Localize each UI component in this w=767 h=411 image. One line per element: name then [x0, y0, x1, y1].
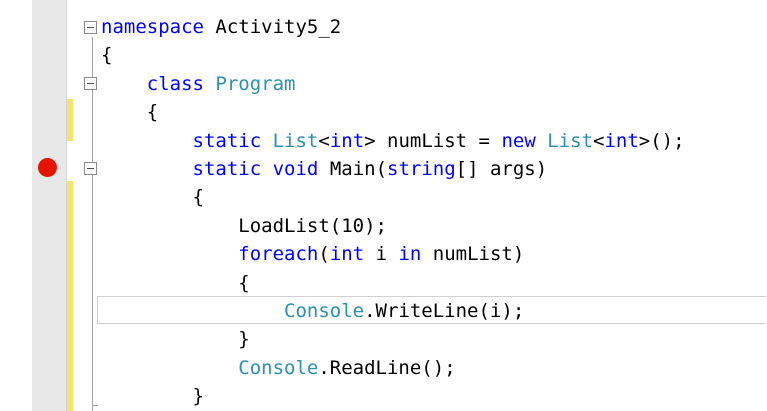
breakpoint-icon[interactable] — [38, 158, 57, 177]
code-line[interactable]: foreach(int i in numList) — [101, 240, 524, 268]
collapse-namespace-icon[interactable] — [84, 21, 97, 34]
code-token: { — [192, 186, 204, 209]
code-token: Main( — [318, 158, 388, 180]
code-keyword: void — [272, 158, 319, 180]
code-token: LoadList(10); — [238, 214, 387, 237]
code-line[interactable]: LoadList(10); — [101, 212, 387, 240]
changed-line-marker — [67, 99, 73, 141]
code-token: >(); — [638, 129, 685, 152]
code-token: ( — [318, 243, 330, 266]
code-token: } — [192, 385, 204, 408]
code-type-name: List — [547, 129, 593, 152]
collapse-method-icon[interactable] — [84, 162, 97, 175]
outline-end-tick — [92, 405, 98, 406]
editor-left-margin — [0, 0, 32, 411]
code-line[interactable]: { — [101, 41, 112, 69]
code-token: [] args) — [455, 158, 548, 180]
code-line[interactable]: Console.WriteLine(i); — [101, 297, 524, 325]
code-token: { — [146, 101, 159, 124]
code-line[interactable]: { — [101, 269, 250, 297]
code-token: .WriteLine(i); — [364, 300, 525, 322]
code-line[interactable]: } — [101, 382, 204, 410]
code-token: .ReadLine(); — [318, 356, 456, 379]
code-keyword: static — [192, 158, 262, 180]
code-line[interactable]: static List<int> numList = new List<int>… — [101, 127, 685, 155]
code-line[interactable]: class Program — [101, 70, 296, 98]
code-line[interactable]: Console.ReadLine(); — [101, 354, 456, 382]
collapse-class-icon[interactable] — [84, 77, 97, 90]
changed-line-marker — [67, 181, 73, 411]
code-token: i — [364, 243, 399, 266]
code-keyword: foreach — [238, 243, 319, 266]
code-keyword: namespace — [101, 16, 204, 38]
code-keyword: string — [387, 158, 456, 180]
code-keyword: class — [146, 72, 204, 95]
code-line[interactable]: { — [101, 98, 158, 126]
code-type-name: Program — [215, 72, 296, 95]
code-type-name: Console — [238, 356, 319, 379]
code-token: < — [592, 129, 605, 152]
code-type-name: List — [272, 129, 319, 152]
code-token: < — [318, 129, 330, 152]
code-token: numList) — [421, 243, 525, 266]
code-type-name: Console — [284, 300, 365, 322]
code-line[interactable]: } — [101, 325, 250, 353]
code-token: { — [101, 44, 113, 67]
code-token: { — [238, 271, 250, 294]
code-keyword: static — [192, 129, 262, 152]
code-keyword: in — [398, 243, 422, 266]
code-line[interactable]: { — [101, 183, 204, 211]
breakpoint-gutter[interactable] — [32, 0, 67, 411]
code-token: Activity5_2 — [203, 16, 342, 38]
code-token: } — [238, 328, 250, 351]
code-token: > numList = — [364, 129, 502, 152]
code-line[interactable]: namespace Activity5_2 — [101, 13, 341, 41]
code-line[interactable]: static void Main(string[] args) — [101, 155, 548, 183]
code-keyword: new — [501, 129, 536, 152]
code-keyword: int — [604, 129, 639, 152]
outline-guide-line — [92, 37, 93, 411]
code-keyword: int — [329, 243, 365, 266]
code-keyword: int — [329, 129, 365, 152]
